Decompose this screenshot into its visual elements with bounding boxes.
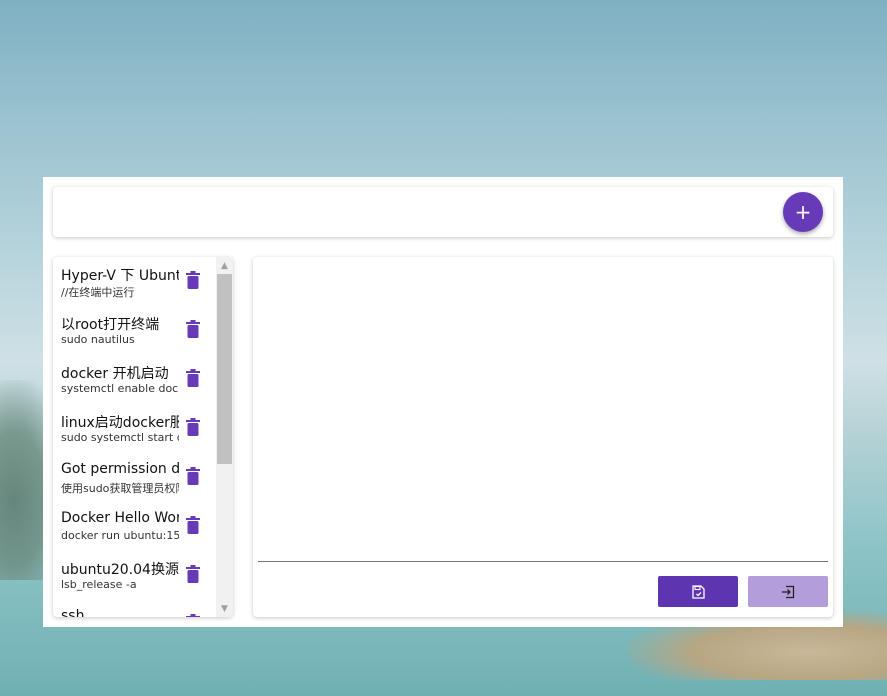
trash-icon[interactable] <box>186 516 200 534</box>
snippet-list[interactable]: Hyper-V 下 Ubuntu //在终端中运行 以root打开终端 sudo… <box>53 257 216 617</box>
list-item[interactable]: Got permission denied 使用sudo获取管理员权限 <box>53 453 216 502</box>
snippet-command: sudo nautilus <box>61 333 135 346</box>
trash-icon[interactable] <box>186 467 200 485</box>
snippet-command: docker run ubuntu:15.10 <box>61 529 179 542</box>
snippet-title: ssh <box>61 608 85 617</box>
trash-icon[interactable] <box>186 320 200 338</box>
snippet-title: Got permission denied <box>61 461 179 477</box>
scrollbar-thumb[interactable] <box>217 274 232 464</box>
list-item[interactable]: Hyper-V 下 Ubuntu //在终端中运行 <box>53 257 216 306</box>
snippet-list-panel: Hyper-V 下 Ubuntu //在终端中运行 以root打开终端 sudo… <box>53 257 233 617</box>
exit-button[interactable] <box>748 576 828 607</box>
app-window: + Hyper-V 下 Ubuntu //在终端中运行 以root打开终端 su… <box>43 177 843 627</box>
snippet-editor-textarea[interactable] <box>258 262 828 562</box>
snippet-title: Docker Hello World <box>61 510 179 526</box>
snippet-command: lsb_release -a <box>61 578 137 591</box>
list-item[interactable]: Docker Hello World docker run ubuntu:15.… <box>53 502 216 551</box>
add-snippet-button[interactable]: + <box>783 192 823 232</box>
snippet-command: systemctl enable docker <box>61 382 179 395</box>
list-item[interactable]: ubuntu20.04换源 lsb_release -a <box>53 551 216 600</box>
list-scrollbar[interactable]: ▲ ▼ <box>216 257 233 617</box>
list-item[interactable]: docker 开机启动 systemctl enable docker <box>53 355 216 404</box>
snippet-command: 使用sudo获取管理员权限 <box>61 482 179 495</box>
save-file-icon <box>692 584 705 599</box>
list-item[interactable]: ssh <box>53 600 216 617</box>
list-item[interactable]: linux启动docker服务 sudo systemctl start doc… <box>53 404 216 453</box>
trash-icon[interactable] <box>186 565 200 583</box>
plus-icon: + <box>794 200 812 224</box>
trash-icon[interactable] <box>186 418 200 436</box>
scroll-down-arrow-icon[interactable]: ▼ <box>216 600 233 617</box>
scroll-up-arrow-icon[interactable]: ▲ <box>216 257 233 274</box>
snippet-title: ubuntu20.04换源 <box>61 562 179 578</box>
snippet-title: Hyper-V 下 Ubuntu <box>61 268 179 284</box>
snippet-title: linux启动docker服务 <box>61 415 179 431</box>
snippet-command: //在终端中运行 <box>61 286 135 299</box>
top-toolbar: + <box>53 187 833 237</box>
exit-icon <box>782 585 795 598</box>
editor-panel <box>253 257 833 617</box>
save-button[interactable] <box>658 576 738 607</box>
snippet-title: docker 开机启动 <box>61 366 169 382</box>
snippet-command: sudo systemctl start docker <box>61 431 179 444</box>
trash-icon[interactable] <box>186 369 200 387</box>
trash-icon[interactable] <box>186 271 200 289</box>
snippet-title: 以root打开终端 <box>61 317 160 333</box>
trash-icon[interactable] <box>186 614 200 617</box>
list-item[interactable]: 以root打开终端 sudo nautilus <box>53 306 216 355</box>
